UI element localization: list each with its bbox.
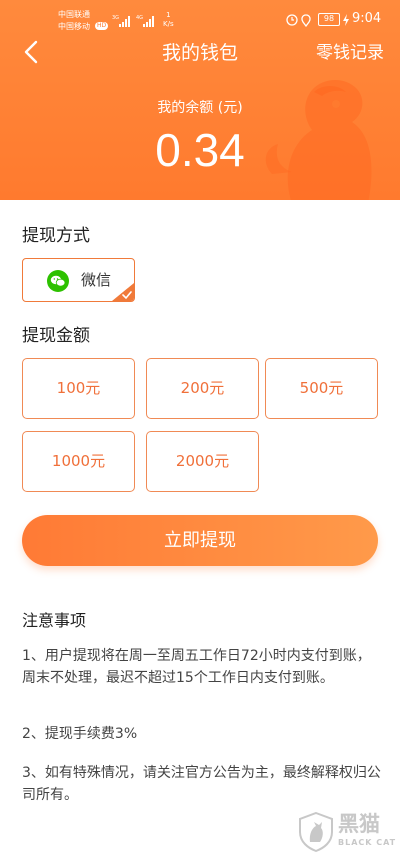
selected-check-icon [112,283,134,301]
wallet-header: 中国联通 中国移动 HD 3G 4G 1 K/s 98 9:04 我的钱包 零钱… [0,0,400,200]
black-cat-logo-icon [299,812,333,852]
black-cat-watermark: 黑猫 BLACK CAT [298,810,398,854]
amount-option-100[interactable]: 100元 [22,358,135,419]
status-bar: 中国联通 中国移动 HD 3G 4G 1 K/s 98 9:04 [0,0,400,40]
carrier-2: 中国移动 [58,22,90,31]
balance-label: 我的余额 (元) [157,100,243,116]
location-icon [301,14,311,27]
wechat-label: 微信 [81,271,112,289]
note-item-3: 3、如有特殊情况，请关注官方公告为主，最终解释权归公司所有。 [22,765,381,803]
withdraw-method-wechat[interactable]: 微信 [22,258,135,302]
withdraw-now-button[interactable]: 立即提现 [22,515,378,566]
watermark-cn: 黑猫 [338,812,380,836]
wechat-icon [47,270,69,292]
speed-value: 1 [166,11,171,19]
withdraw-method-title: 提现方式 [22,226,90,246]
speed-unit: K/s [163,20,174,28]
withdraw-amount-title: 提现金额 [22,326,90,346]
signal-icon: 3G [112,15,130,27]
amount-option-200[interactable]: 200元 [146,358,259,419]
clock: 9:04 [352,11,382,26]
signal-icon-2: 4G [136,15,154,27]
amount-option-500[interactable]: 500元 [265,358,378,419]
notes-title: 注意事项 [22,611,87,630]
network-type-2: 4G [136,15,143,21]
battery-indicator: 98 [318,13,340,26]
note-item-2: 2、提现手续费3% [22,726,138,742]
network-speed: 1 K/s [163,11,174,29]
charging-icon [343,14,349,26]
balance-amount: 0.34 [155,124,245,176]
hd-badge: HD [95,22,109,30]
network-type-1: 3G [112,15,119,21]
watermark-en: BLACK CAT [338,838,397,847]
change-records-link[interactable]: 零钱记录 [316,40,384,66]
carrier-1: 中国联通 [58,10,90,19]
amount-option-2000[interactable]: 2000元 [146,431,259,492]
note-item-1: 1、用户提现将在周一至周五工作日72小时内支付到账，周末不处理，最迟不超过15个… [22,648,371,686]
amount-option-1000[interactable]: 1000元 [22,431,135,492]
